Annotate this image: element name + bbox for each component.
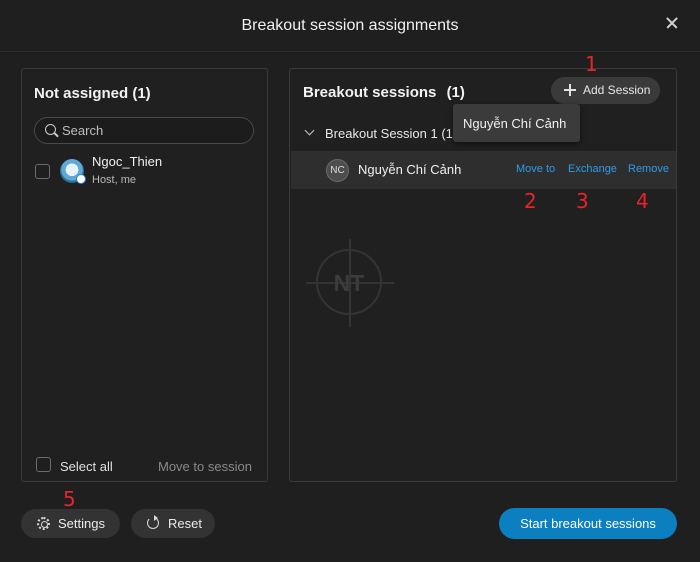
not-assigned-panel: Not assigned (1) Search Ngoc_Thien Host,… xyxy=(21,68,268,482)
settings-label: Settings xyxy=(58,516,105,531)
gear-icon xyxy=(37,517,50,530)
annotation-marker-3: 3 xyxy=(576,189,589,213)
assigned-participant-name: Nguyễn Chí Cảnh xyxy=(358,162,462,177)
remove-link[interactable]: Remove xyxy=(628,163,669,175)
reset-icon xyxy=(147,515,159,529)
select-all-label: Select all xyxy=(60,459,113,474)
dialog-title: Breakout session assignments xyxy=(241,17,459,34)
not-assigned-title: Not assigned (1) xyxy=(34,85,151,102)
start-breakout-sessions-label: Start breakout sessions xyxy=(520,516,656,531)
search-input[interactable]: Search xyxy=(34,117,254,144)
select-all-checkbox[interactable] xyxy=(36,457,51,472)
search-placeholder: Search xyxy=(62,123,104,138)
title-bar: Breakout session assignments xyxy=(0,0,700,52)
annotation-marker-1: 1 xyxy=(585,52,598,76)
breakout-assignment-dialog: Breakout session assignments Not assigne… xyxy=(0,0,700,562)
breakout-sessions-label: Breakout sessions xyxy=(303,84,437,101)
settings-button[interactable]: Settings xyxy=(21,509,120,538)
annotation-marker-2: 2 xyxy=(524,189,537,213)
participant-checkbox[interactable] xyxy=(35,164,50,179)
name-tooltip: Nguyễn Chí Cảnh xyxy=(453,104,580,142)
chevron-down-icon[interactable] xyxy=(304,125,315,136)
annotation-marker-5: 5 xyxy=(63,487,76,511)
move-to-session-button[interactable]: Move to session xyxy=(158,459,252,474)
assigned-participant-row[interactable]: NC Nguyễn Chí Cảnh Move to Exchange Remo… xyxy=(291,151,676,189)
participant-role: Host, me xyxy=(92,174,137,186)
move-to-link[interactable]: Move to xyxy=(516,163,555,175)
start-breakout-sessions-button[interactable]: Start breakout sessions xyxy=(499,508,677,539)
reset-label: Reset xyxy=(168,516,202,531)
avatar xyxy=(60,159,86,184)
plus-icon xyxy=(564,84,576,96)
breakout-sessions-title: Breakout sessions (1) xyxy=(303,84,465,101)
exchange-link[interactable]: Exchange xyxy=(568,163,617,175)
participant-name: Ngoc_Thien xyxy=(92,154,163,169)
annotation-marker-4: 4 xyxy=(636,189,649,213)
reset-button[interactable]: Reset xyxy=(131,509,215,538)
watermark-text: NT xyxy=(333,270,365,296)
session-name: Breakout Session 1 (1 xyxy=(325,126,453,141)
breakout-sessions-panel: Breakout sessions (1) Add Session Breako… xyxy=(289,68,677,482)
watermark-logo: NT xyxy=(306,239,394,327)
tooltip-text: Nguyễn Chí Cảnh xyxy=(463,116,567,131)
breakout-sessions-count: (1) xyxy=(446,84,465,101)
add-session-label: Add Session xyxy=(583,83,651,97)
add-session-button[interactable]: Add Session xyxy=(551,77,660,104)
search-icon xyxy=(45,124,56,135)
avatar: NC xyxy=(326,159,349,182)
close-icon[interactable] xyxy=(662,13,682,33)
